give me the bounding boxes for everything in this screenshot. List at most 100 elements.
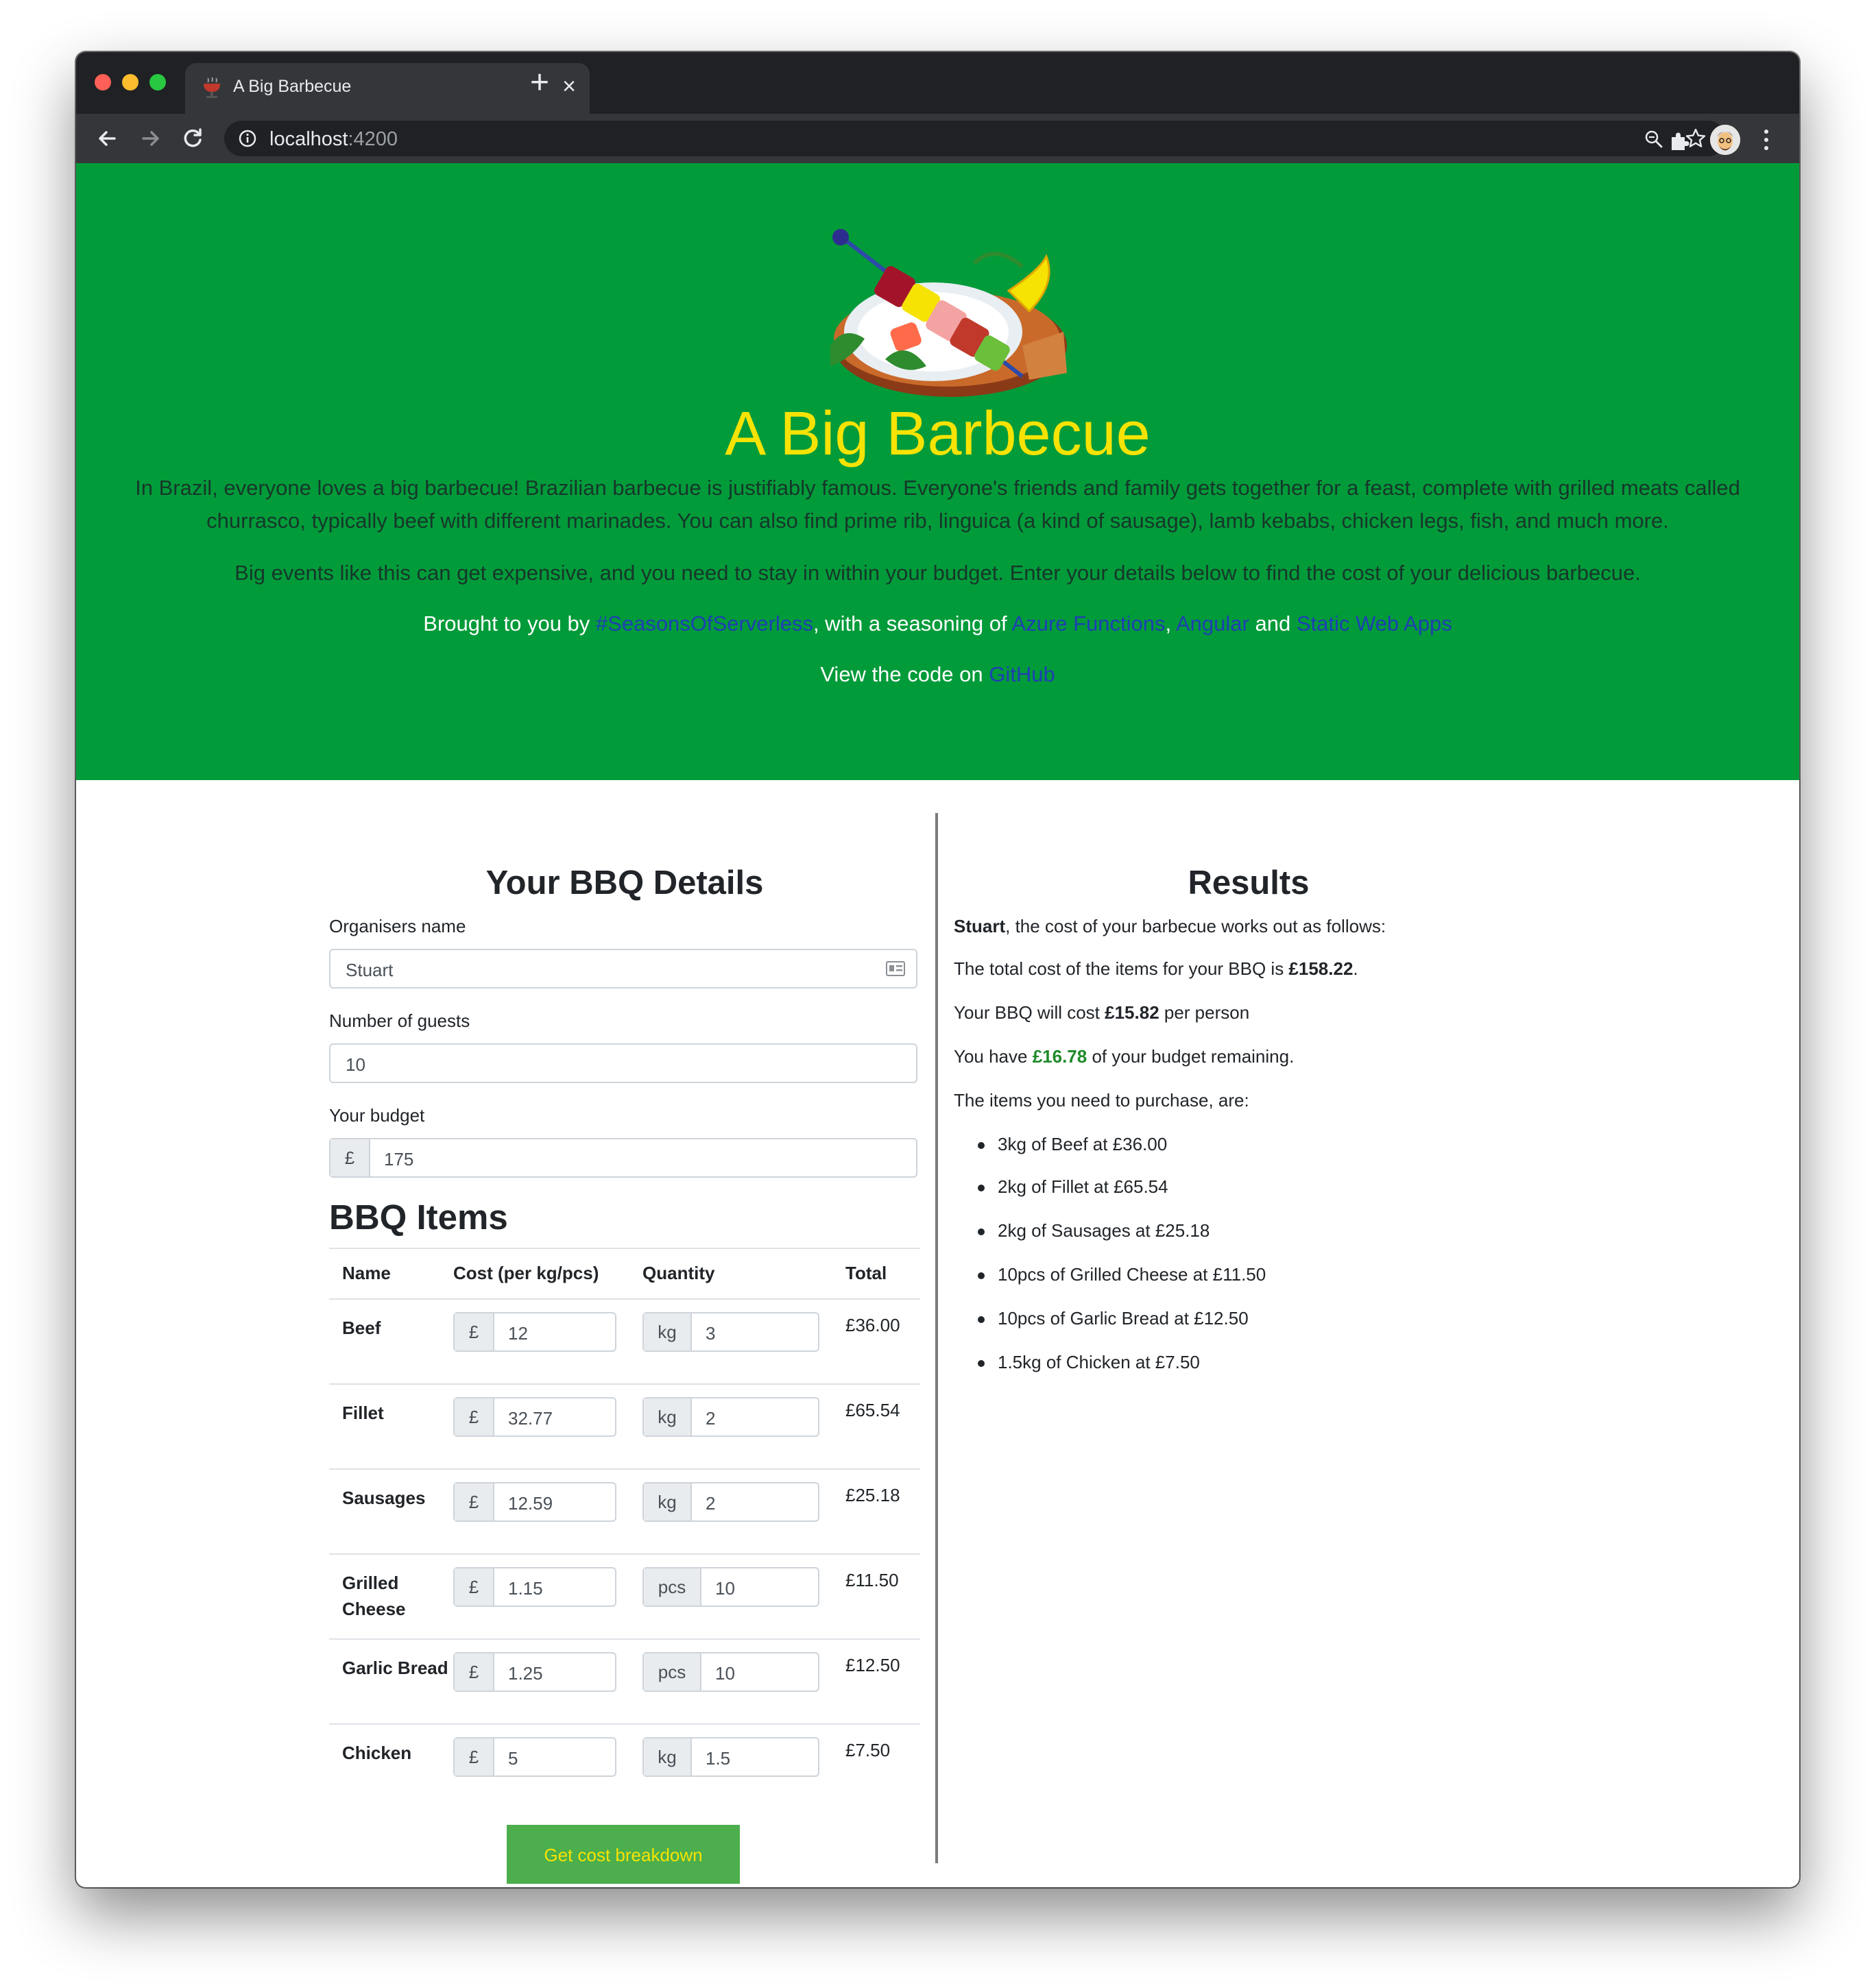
table-row: Grilled Cheese £ 1.15 pcs 10 £11.50 [329,1553,920,1640]
close-tab-icon[interactable]: × [562,73,576,100]
item-total: £7.50 [845,1740,891,1760]
minimize-window-button[interactable] [122,74,139,90]
total-suffix: . [1353,958,1358,979]
unit-addon: kg [644,1398,692,1435]
quantity-value: 3 [706,1323,716,1344]
bbq-skewer-logo-icon [830,229,1067,397]
column-header-quantity: Quantity [642,1263,715,1283]
purchase-item-text: 1.5kg of Chicken at £7.50 [998,1352,1200,1372]
cost-input[interactable]: £ 12.59 [453,1482,616,1522]
item-name: Beef [342,1318,381,1338]
cost-input[interactable]: £ 1.25 [453,1652,616,1692]
quantity-value: 1.5 [706,1748,731,1769]
contact-card-icon[interactable] [886,961,905,976]
get-cost-breakdown-button[interactable]: Get cost breakdown [507,1825,740,1884]
cost-currency-addon: £ [455,1313,494,1350]
results-heading: Results [1188,864,1310,901]
cost-value: 12 [508,1323,528,1344]
tab-strip: A Big Barbecue × + [76,52,1799,114]
bullet-icon [978,1228,985,1235]
purchase-list-item: 1.5kg of Chicken at £7.50 [978,1352,1200,1373]
unit-addon: kg [644,1483,692,1520]
info-icon[interactable] [238,129,257,148]
menu-kebab-icon[interactable] [1759,128,1773,152]
quantity-input[interactable]: kg 2 [642,1397,819,1437]
organiser-name-input[interactable]: Stuart [329,949,917,989]
credits-prefix: Brought to you by [423,611,596,635]
address-bar[interactable]: localhost:4200 [224,121,1726,156]
bullet-icon [978,1360,985,1367]
tab-title: A Big Barbecue [233,77,352,96]
quantity-input[interactable]: pcs 10 [642,1567,819,1607]
guests-input[interactable]: 10 [329,1043,917,1083]
bullet-icon [978,1316,985,1323]
cost-value: 1.25 [508,1663,543,1684]
purchase-intro: The items you need to purchase, are: [954,1090,1249,1111]
quantity-input[interactable]: kg 2 [642,1482,819,1522]
details-heading: Your BBQ Details [485,864,764,901]
item-name: Garlic Bread [342,1658,448,1678]
close-window-button[interactable] [95,74,111,90]
purchase-list-item: 2kg of Fillet at £65.54 [978,1176,1168,1198]
extensions-puzzle-icon[interactable] [1668,129,1692,152]
results-intro: Stuart, the cost of your barbecue works … [954,916,1386,937]
results-total-line: The total cost of the items for your BBQ… [954,958,1358,980]
azure-functions-link[interactable]: Azure Functions [1011,611,1165,635]
github-link[interactable]: GitHub [989,662,1055,686]
new-tab-icon[interactable]: + [530,66,549,100]
cost-value: 12.59 [508,1493,553,1514]
credits-and: and [1249,611,1297,635]
quantity-value: 2 [706,1408,716,1429]
cost-input[interactable]: £ 1.15 [453,1567,616,1607]
cost-currency-addon: £ [455,1653,494,1690]
purchase-item-text: 2kg of Fillet at £65.54 [998,1176,1168,1197]
static-web-apps-link[interactable]: Static Web Apps [1297,611,1452,635]
item-name: Grilled Cheese [342,1573,406,1619]
browser-tab[interactable]: A Big Barbecue × [185,63,590,114]
remaining-prefix: You have [954,1046,1033,1067]
cost-input[interactable]: £ 32.77 [453,1397,616,1437]
purchase-item-text: 2kg of Sausages at £25.18 [998,1220,1210,1241]
budget-value: 175 [384,1149,414,1169]
table-top-rule [329,1248,920,1249]
hero-intro-text: In Brazil, everyone loves a big barbecue… [135,476,1740,533]
results-organiser-name: Stuart [954,916,1006,936]
budget-input[interactable]: £ 175 [329,1138,917,1178]
cost-value: 32.77 [508,1408,553,1429]
purchase-item-text: 10pcs of Grilled Cheese at £11.50 [998,1264,1266,1285]
reload-icon[interactable] [178,123,208,154]
browser-toolbar: localhost:4200 [76,114,1799,163]
guests-label: Number of guests [329,1010,470,1031]
forward-arrow-icon[interactable] [135,123,165,154]
back-arrow-icon[interactable] [93,123,123,154]
purchase-list-item: 2kg of Sausages at £25.18 [978,1220,1210,1241]
results-remaining-line: You have £16.78 of your budget remaining… [954,1046,1294,1067]
bullet-icon [978,1142,985,1149]
total-prefix: The total cost of the items for your BBQ… [954,958,1289,979]
quantity-input[interactable]: kg 1.5 [642,1737,819,1777]
github-prefix: View the code on [820,662,989,686]
maximize-window-button[interactable] [149,74,166,90]
cost-input[interactable]: £ 12 [453,1312,616,1352]
zoom-icon[interactable] [1644,129,1664,149]
bullet-icon [978,1272,985,1279]
seasons-of-serverless-link[interactable]: #SeasonsOfServerless [596,611,813,635]
quantity-input[interactable]: pcs 10 [642,1652,819,1692]
cost-value: 1.15 [508,1578,543,1599]
purchase-list-item: 3kg of Beef at £36.00 [978,1134,1167,1155]
quantity-value: 2 [706,1493,716,1514]
items-heading: BBQ Items [329,1198,508,1237]
cost-input[interactable]: £ 5 [453,1737,616,1777]
column-header-name: Name [342,1263,391,1283]
quantity-input[interactable]: kg 3 [642,1312,819,1352]
angular-link[interactable]: Angular [1176,611,1249,635]
item-total: £36.00 [845,1315,900,1335]
grill-favicon-icon [204,77,220,98]
hero-budget-text: Big events like this can get expensive, … [234,561,1641,585]
item-total: £25.18 [845,1485,900,1505]
cost-currency-addon: £ [455,1738,494,1775]
column-header-total: Total [845,1263,887,1283]
total-cost-value: £158.22 [1288,958,1354,979]
profile-avatar[interactable] [1710,125,1740,155]
credits-separator: , [1165,611,1176,635]
